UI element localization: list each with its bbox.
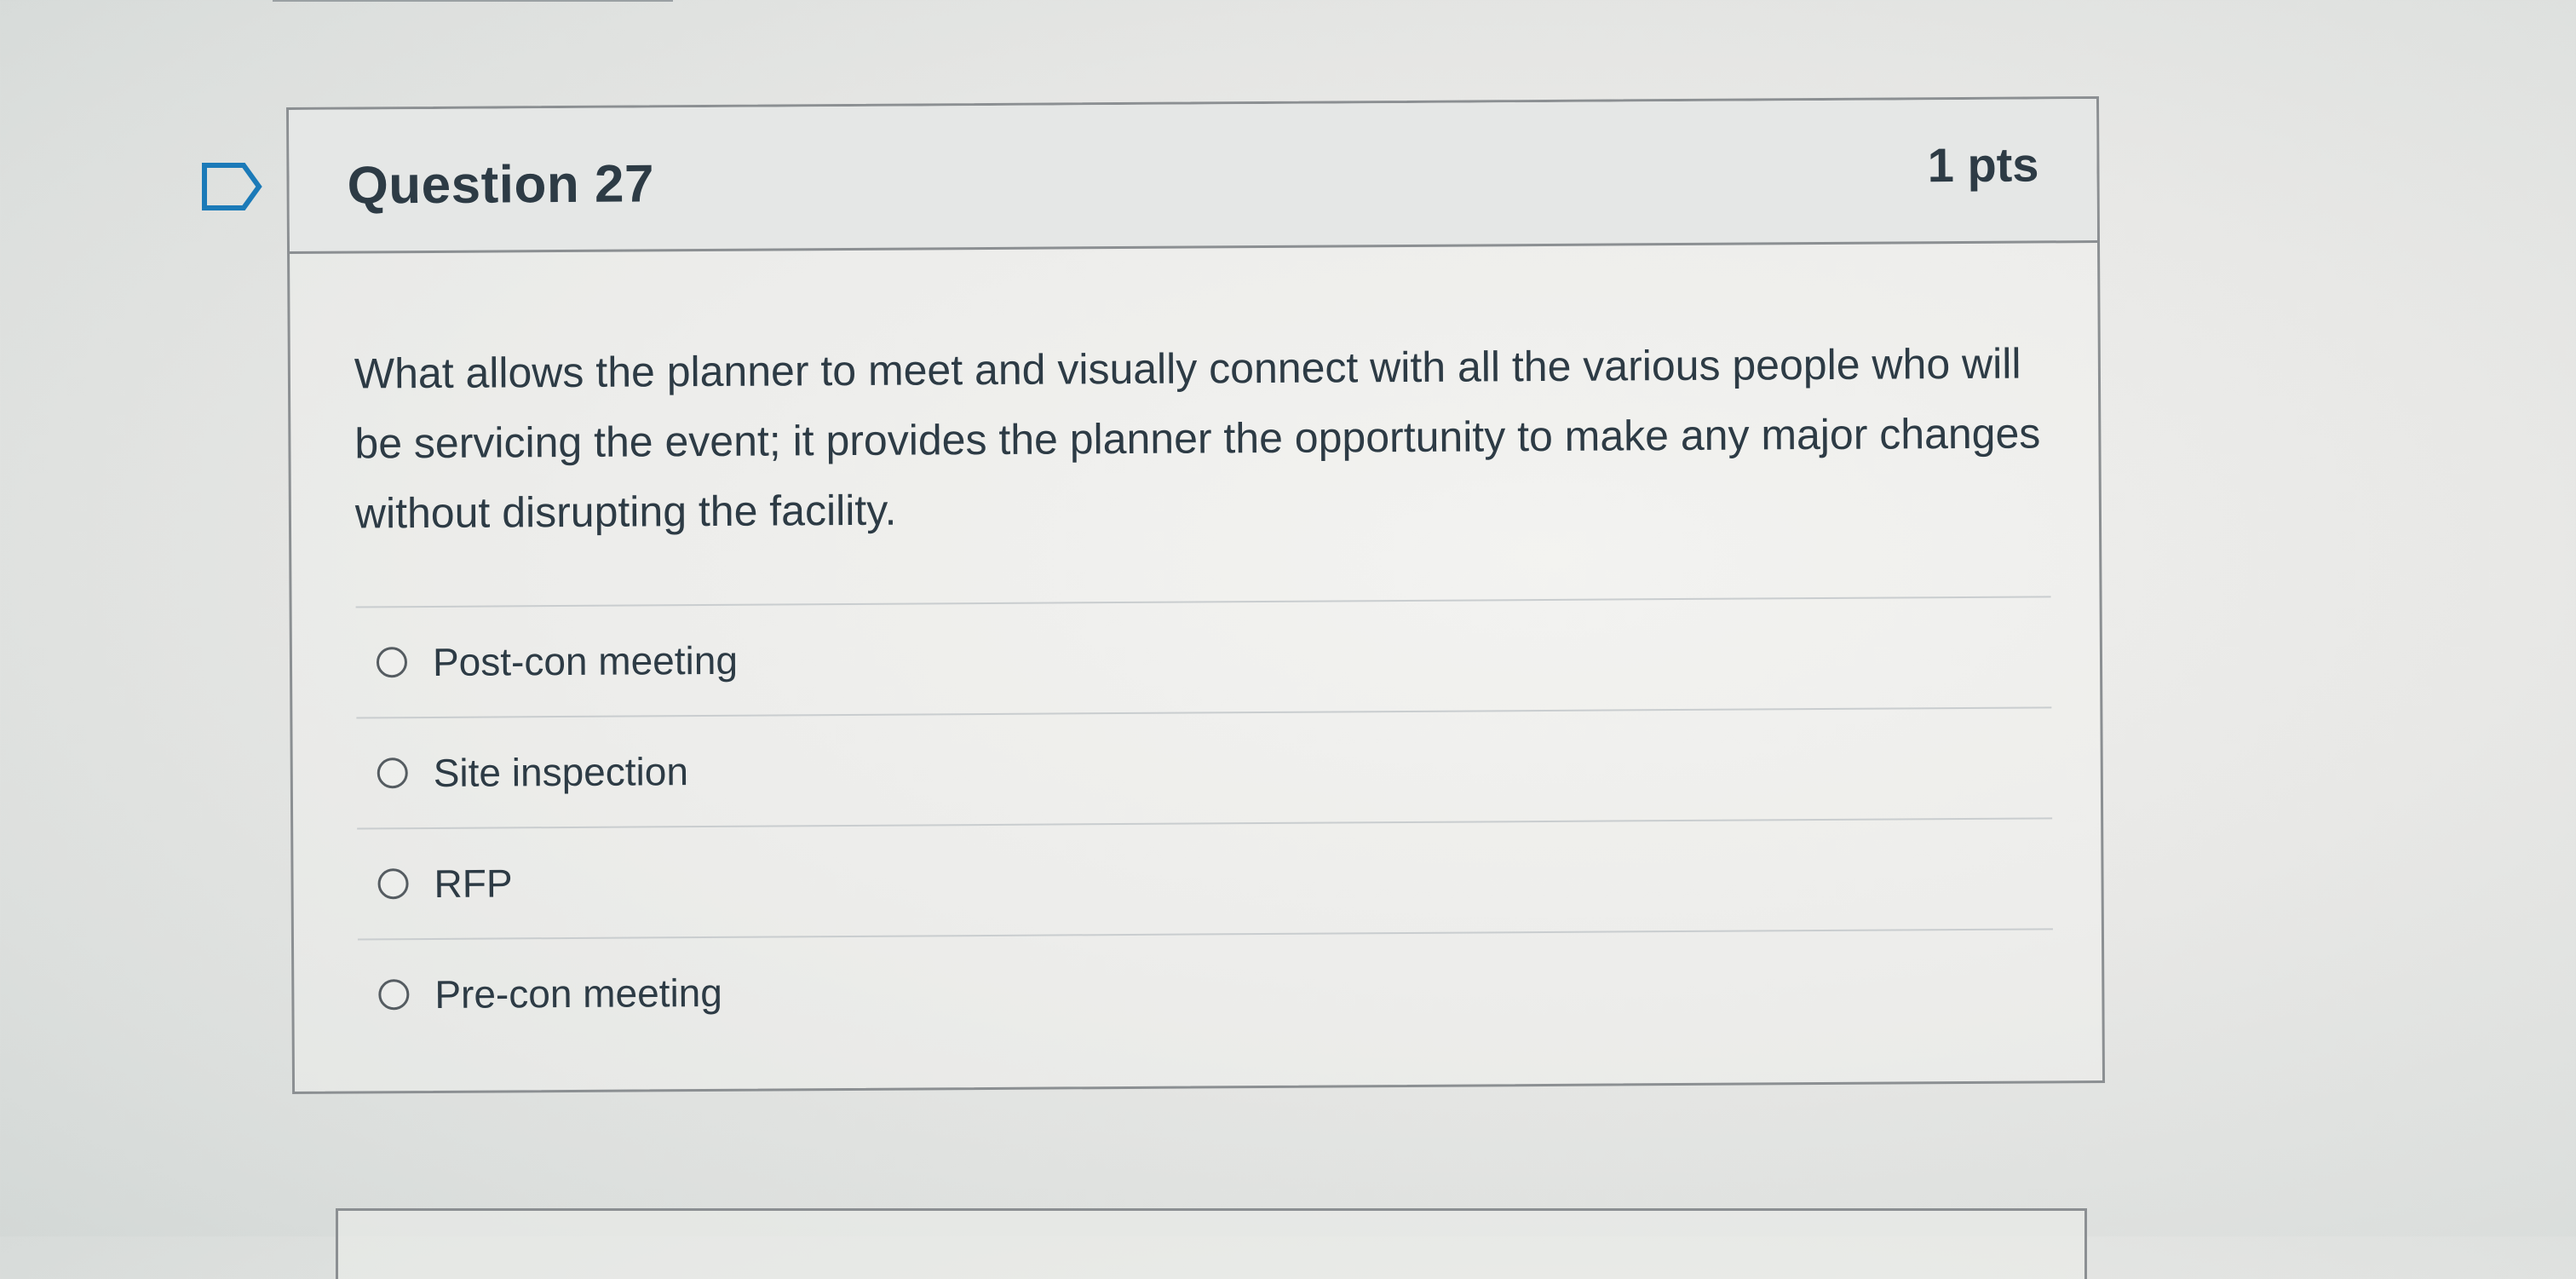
answer-option[interactable]: Site inspection — [356, 708, 2053, 830]
question-card: Question 27 1 pts What allows the planne… — [286, 96, 2106, 1094]
answer-option[interactable]: RFP — [357, 819, 2053, 941]
question-header: Question 27 1 pts — [289, 99, 2098, 254]
answer-label[interactable]: Site inspection — [434, 748, 689, 796]
question-points: 1 pts — [1927, 137, 2039, 193]
question-title: Question 27 — [347, 154, 655, 216]
previous-question-border — [273, 0, 673, 2]
answer-list: Post-con meeting Site inspection RFP Pre… — [355, 596, 2054, 1050]
radio-unselected-icon[interactable] — [377, 758, 408, 789]
radio-unselected-icon[interactable] — [378, 979, 410, 1011]
answer-option[interactable]: Post-con meeting — [355, 597, 2052, 719]
radio-unselected-icon[interactable] — [377, 868, 409, 900]
flag-question-bookmark-icon[interactable] — [201, 162, 262, 211]
next-question-card — [336, 1208, 2087, 1279]
answer-option[interactable]: Pre-con meeting — [358, 930, 2054, 1049]
question-text: What allows the planner to meet and visu… — [354, 339, 2041, 538]
answer-label[interactable]: Pre-con meeting — [434, 970, 722, 1017]
radio-unselected-icon[interactable] — [376, 647, 408, 678]
question-body: What allows the planner to meet and visu… — [290, 243, 2102, 1050]
answer-label[interactable]: Post-con meeting — [433, 637, 738, 685]
answer-label[interactable]: RFP — [434, 860, 512, 907]
